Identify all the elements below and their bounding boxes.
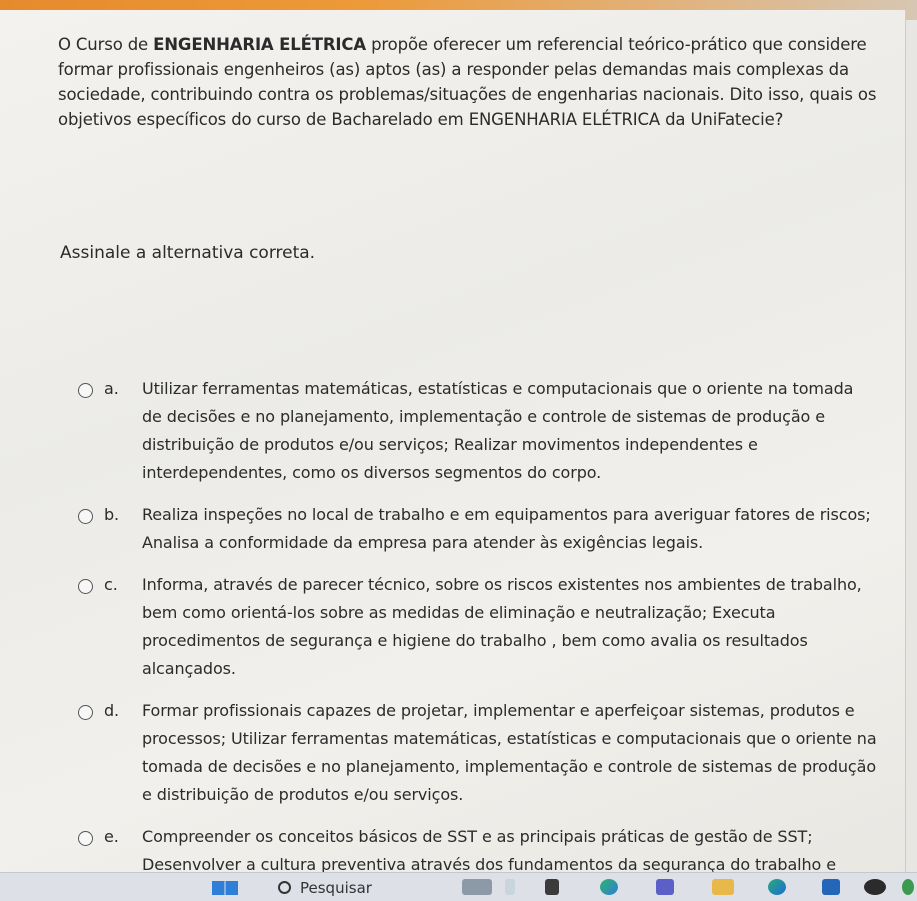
question-course-name: ENGENHARIA ELÉTRICA: [153, 35, 366, 54]
radio-button-a[interactable]: [78, 383, 93, 398]
chrome-icon[interactable]: [902, 879, 914, 895]
instruction-text: Assinale a alternativa correta.: [60, 243, 316, 263]
option-letter: a.: [104, 379, 119, 398]
option-letter: d.: [104, 701, 120, 720]
windows-taskbar: Pesquisar: [0, 872, 917, 901]
folder-icon[interactable]: [712, 879, 734, 895]
option-a[interactable]: a. Utilizar ferramentas matemáticas, est…: [78, 375, 878, 487]
option-letter: b.: [104, 505, 120, 524]
store-icon[interactable]: [822, 879, 840, 895]
question-text: O Curso de ENGENHARIA ELÉTRICA propõe of…: [58, 32, 893, 132]
option-text: Utilizar ferramentas matemáticas, estatí…: [142, 379, 854, 482]
option-letter: e.: [104, 827, 119, 846]
radio-button-b[interactable]: [78, 509, 93, 524]
radio-button-c[interactable]: [78, 579, 93, 594]
option-b[interactable]: b. Realiza inspeções no local de trabalh…: [78, 501, 878, 557]
dell-icon[interactable]: [864, 879, 886, 895]
option-letter: c.: [104, 575, 118, 594]
search-icon[interactable]: [278, 881, 291, 894]
option-c[interactable]: c. Informa, através de parecer técnico, …: [78, 571, 878, 683]
teams-icon[interactable]: [656, 879, 674, 895]
taskbar-search-label[interactable]: Pesquisar: [300, 879, 372, 897]
option-d[interactable]: d. Formar profissionais capazes de proje…: [78, 697, 878, 809]
widgets-icon[interactable]: [462, 879, 492, 895]
option-text: Informa, através de parecer técnico, sob…: [142, 575, 862, 678]
windows-icon[interactable]: [212, 881, 238, 895]
radio-button-e[interactable]: [78, 831, 93, 846]
answer-options: a. Utilizar ferramentas matemáticas, est…: [78, 375, 878, 893]
option-text: Compreender os conceitos básicos de SST …: [142, 827, 836, 874]
option-text: Realiza inspeções no local de trabalho e…: [142, 505, 871, 552]
edge-icon[interactable]: [768, 879, 786, 895]
file-icon[interactable]: [505, 879, 515, 895]
option-e[interactable]: e. Compreender os conceitos básicos de S…: [78, 823, 878, 879]
chat-icon[interactable]: [545, 879, 559, 895]
radio-button-d[interactable]: [78, 705, 93, 720]
question-prefix: O Curso de: [58, 35, 154, 54]
copilot-icon[interactable]: [600, 879, 618, 895]
question-card: O Curso de ENGENHARIA ELÉTRICA propõe of…: [0, 10, 906, 874]
option-text: Formar profissionais capazes de projetar…: [142, 701, 877, 804]
